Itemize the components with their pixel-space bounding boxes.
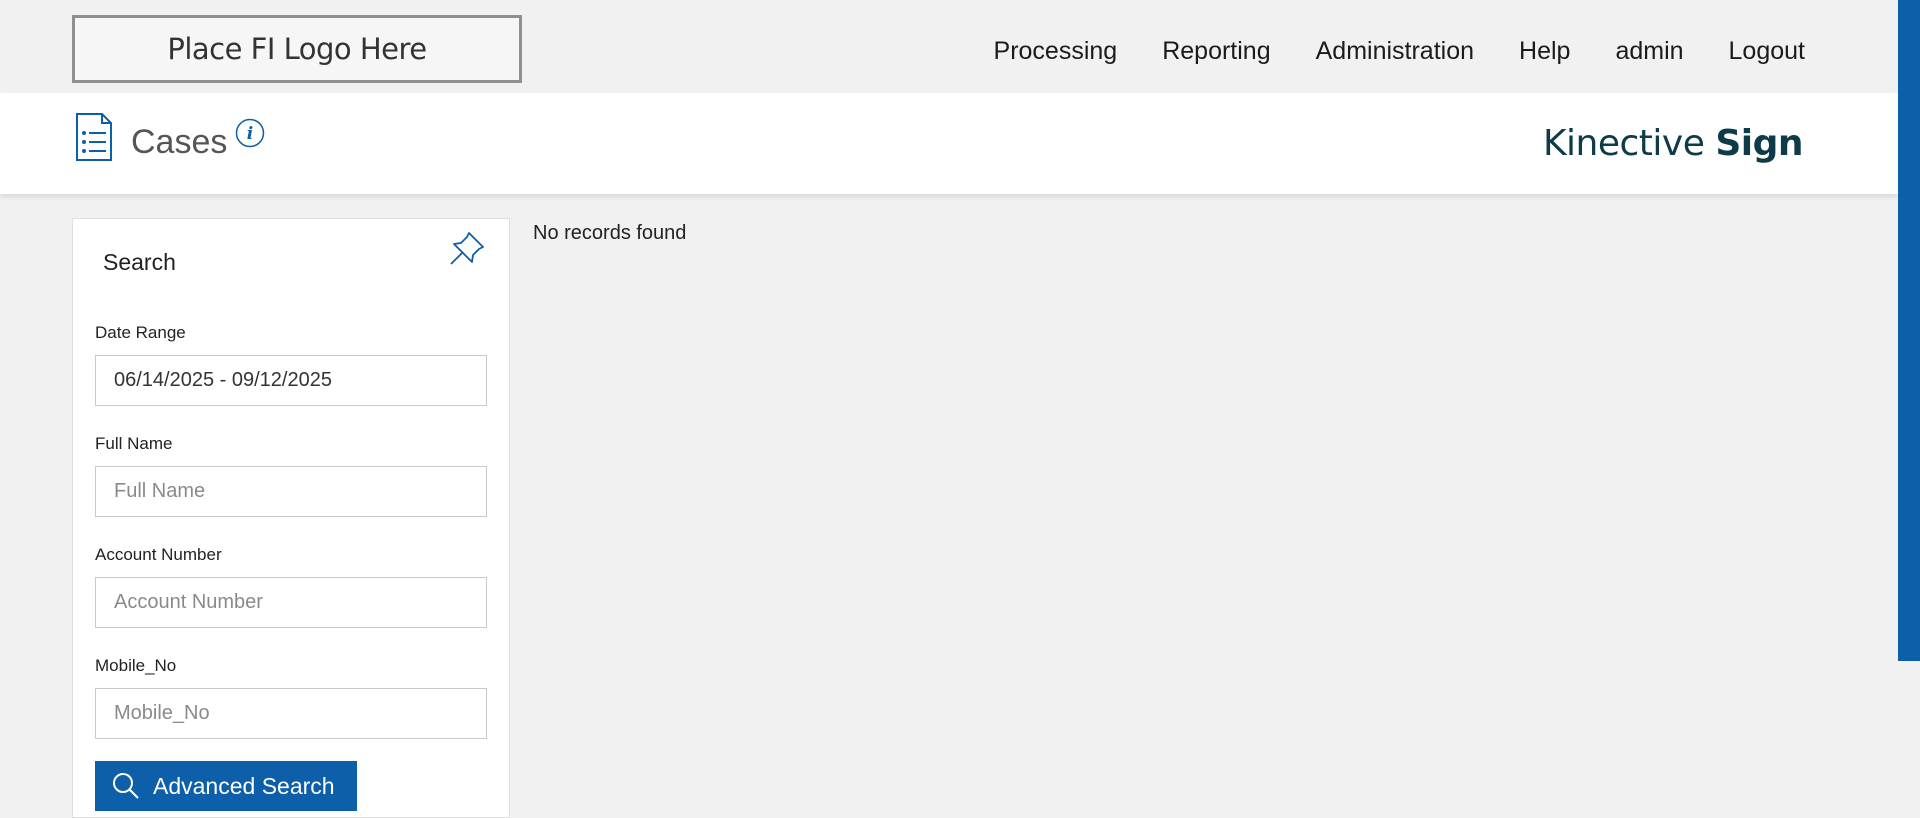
account-number-label: Account Number	[95, 545, 222, 564]
list-document-icon	[76, 113, 112, 161]
svg-text:i: i	[247, 124, 253, 144]
nav-administration[interactable]: Administration	[1316, 34, 1474, 68]
full-name-input[interactable]	[95, 466, 487, 517]
search-icon	[113, 773, 139, 799]
no-records-message: No records found	[533, 222, 687, 244]
date-range-input[interactable]	[95, 355, 487, 406]
brand-light-text: Kinective	[1542, 123, 1716, 164]
full-name-label: Full Name	[95, 434, 173, 453]
search-panel: Search Date Range Full Name Account Numb…	[72, 218, 510, 818]
nav-user[interactable]: admin	[1615, 34, 1683, 68]
search-panel-title: Search	[103, 249, 176, 275]
page-header: Cases i Kinective Sign	[0, 93, 1898, 194]
advanced-search-button[interactable]: Advanced Search	[95, 761, 357, 811]
nav-reporting[interactable]: Reporting	[1162, 34, 1270, 68]
nav-help[interactable]: Help	[1519, 34, 1570, 68]
page-title: Cases	[131, 123, 228, 161]
info-icon[interactable]: i	[235, 118, 265, 148]
nav-processing[interactable]: Processing	[994, 34, 1118, 68]
account-number-input[interactable]	[95, 577, 487, 628]
nav-logout[interactable]: Logout	[1729, 34, 1805, 68]
right-accent-stripe	[1898, 0, 1920, 661]
advanced-search-label: Advanced Search	[153, 772, 335, 799]
main-nav: Processing Reporting Administration Help…	[949, 34, 1805, 68]
top-bar: Place FI Logo Here Processing Reporting …	[0, 0, 1920, 93]
brand-logo: Kinective Sign	[1542, 123, 1804, 164]
mobile-no-label: Mobile_No	[95, 656, 177, 675]
brand-bold-text: Sign	[1715, 123, 1803, 164]
fi-logo-placeholder[interactable]: Place FI Logo Here	[72, 15, 522, 83]
mobile-no-input[interactable]	[95, 688, 487, 739]
date-range-label: Date Range	[95, 323, 186, 342]
logo-text: Place FI Logo Here	[167, 32, 427, 66]
pin-icon[interactable]	[447, 229, 487, 269]
